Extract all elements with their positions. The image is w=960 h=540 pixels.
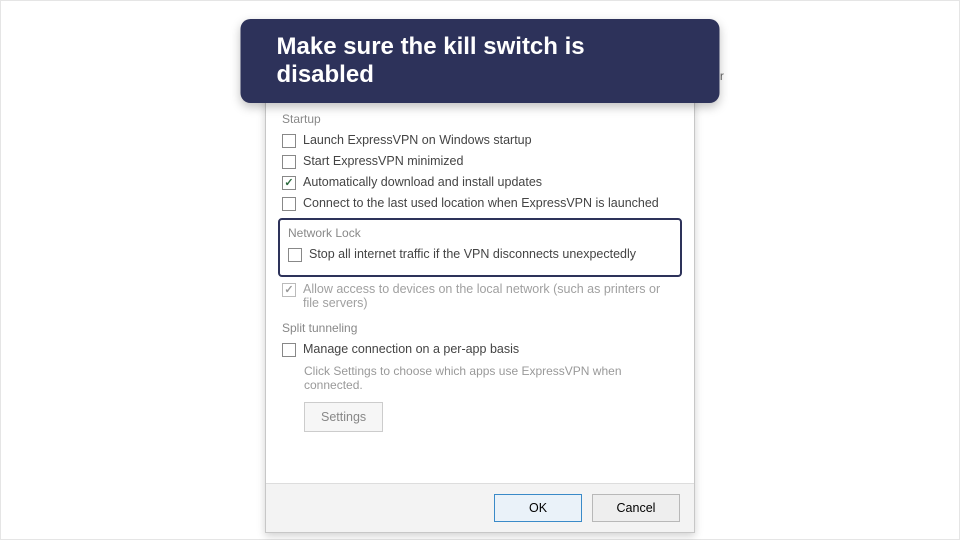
start-minimized-checkbox[interactable] xyxy=(282,155,296,169)
stop-traffic-row[interactable]: Stop all internet traffic if the VPN dis… xyxy=(288,246,672,263)
dialog-footer: OK Cancel xyxy=(266,483,694,532)
kill-switch-highlight: Network Lock Stop all internet traffic i… xyxy=(278,218,682,277)
connect-last-location-checkbox[interactable] xyxy=(282,197,296,211)
cancel-button[interactable]: Cancel xyxy=(592,494,680,522)
dialog-body: Startup Launch ExpressVPN on Windows sta… xyxy=(266,88,694,483)
ok-button[interactable]: OK xyxy=(494,494,582,522)
auto-updates-label: Automatically download and install updat… xyxy=(303,175,542,189)
split-tunneling-section-title: Split tunneling xyxy=(282,321,678,335)
launch-on-startup-label: Launch ExpressVPN on Windows startup xyxy=(303,133,532,147)
stop-traffic-checkbox[interactable] xyxy=(288,248,302,262)
auto-updates-checkbox[interactable] xyxy=(282,176,296,190)
local-network-access-row: Allow access to devices on the local net… xyxy=(282,281,678,311)
connect-last-location-row[interactable]: Connect to the last used location when E… xyxy=(282,195,678,212)
per-app-row[interactable]: Manage connection on a per-app basis xyxy=(282,341,678,358)
connect-last-location-label: Connect to the last used location when E… xyxy=(303,196,659,210)
local-network-access-checkbox xyxy=(282,283,296,297)
split-tunneling-hint: Click Settings to choose which apps use … xyxy=(304,364,678,392)
startup-section-title: Startup xyxy=(282,112,678,126)
auto-updates-row[interactable]: Automatically download and install updat… xyxy=(282,174,678,191)
network-lock-section-title: Network Lock xyxy=(288,226,672,240)
options-dialog: General Account Advanced Protection Prot… xyxy=(265,57,695,533)
start-minimized-label: Start ExpressVPN minimized xyxy=(303,154,463,168)
split-tunneling-settings-button[interactable]: Settings xyxy=(304,402,383,432)
launch-on-startup-row[interactable]: Launch ExpressVPN on Windows startup xyxy=(282,132,678,149)
stop-traffic-label: Stop all internet traffic if the VPN dis… xyxy=(309,247,636,261)
instruction-callout: Make sure the kill switch is disabled xyxy=(241,19,720,103)
per-app-checkbox[interactable] xyxy=(282,343,296,357)
local-network-access-label: Allow access to devices on the local net… xyxy=(303,282,678,310)
start-minimized-row[interactable]: Start ExpressVPN minimized xyxy=(282,153,678,170)
launch-on-startup-checkbox[interactable] xyxy=(282,134,296,148)
per-app-label: Manage connection on a per-app basis xyxy=(303,342,519,356)
